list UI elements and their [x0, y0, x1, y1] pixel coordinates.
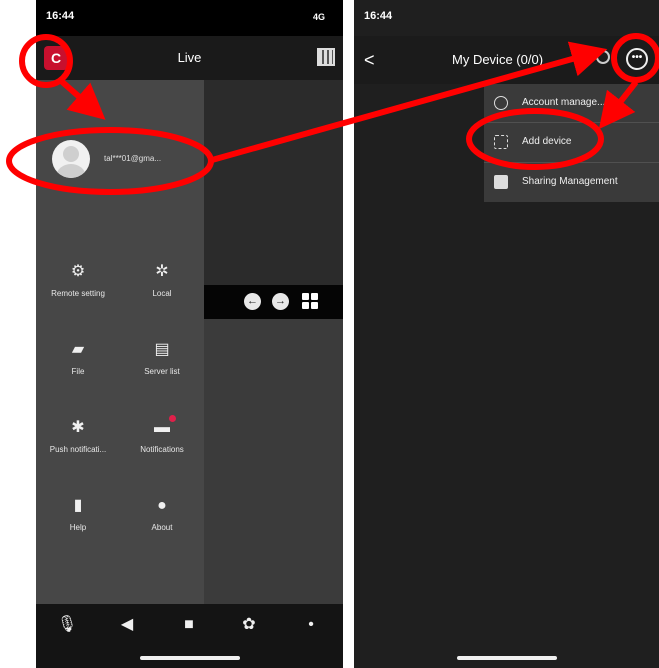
menu-item-label: About: [151, 523, 173, 532]
help-book-icon: ▮: [73, 497, 83, 514]
page-title: Live: [177, 50, 202, 65]
bottom-toolbar: 🎙 ◀ ■ ✿ •: [36, 604, 343, 668]
menu-item-file[interactable]: ▰ File: [36, 341, 120, 411]
microphone-icon[interactable]: 🎙: [56, 614, 78, 636]
account-icon: [494, 96, 508, 110]
page-title: My Device (0/0): [452, 52, 544, 67]
notifications-icon: ▬: [153, 415, 176, 437]
status-bar: 16:44: [354, 0, 659, 36]
film-reel-icon[interactable]: ✿: [238, 614, 260, 636]
video-preview-area[interactable]: [204, 80, 343, 285]
menu-item-push-notification[interactable]: ✱ Push notificati...: [36, 419, 120, 489]
menu-item-label: Sharing Management: [522, 176, 618, 187]
side-drawer: tal***01@gma... ⚙ Remote setting ✲ Local…: [36, 80, 204, 604]
menu-item-label: Account manage...: [522, 97, 606, 108]
layout-grid-icon[interactable]: [302, 293, 318, 309]
menu-item-label: File: [71, 367, 85, 376]
lower-content-area: [204, 319, 343, 604]
menu-item-local[interactable]: ✲ Local: [120, 263, 204, 333]
menu-item-label: Add device: [522, 136, 572, 147]
avatar[interactable]: [52, 140, 90, 178]
menu-item-label: Push notificati...: [49, 445, 107, 454]
menu-item-label: Help: [69, 523, 87, 532]
left-phone-screen: 16:44 4G C Live ← → tal***01@gma... ⚙ Re…: [36, 0, 343, 668]
speaker-icon[interactable]: ◀: [116, 614, 138, 636]
notification-badge: [169, 415, 176, 422]
menu-item-sharing-management[interactable]: Sharing Management: [484, 163, 659, 201]
scan-icon: [494, 135, 508, 149]
server-icon: ▤: [154, 341, 170, 358]
home-indicator: [456, 656, 557, 660]
home-indicator: [139, 656, 240, 660]
cog-icon: ✲: [155, 263, 169, 280]
more-icon[interactable]: •: [300, 614, 322, 636]
top-bar: < My Device (0/0) •••: [354, 36, 659, 84]
menu-item-label: Server list: [144, 367, 180, 376]
info-icon: ●: [157, 497, 167, 514]
signal-indicator: 4G: [312, 12, 325, 22]
menu-item-notifications[interactable]: ▬ Notifications: [120, 415, 204, 489]
menu-item-about[interactable]: ● About: [120, 497, 204, 567]
video-control-bar: ← →: [204, 285, 343, 319]
share-icon: [494, 175, 508, 189]
right-phone-screen: 16:44 < My Device (0/0) ••• Account mana…: [354, 0, 659, 668]
menu-item-help[interactable]: ▮ Help: [36, 497, 120, 567]
previous-arrow-icon[interactable]: ←: [244, 293, 261, 310]
gear-icon: ⚙: [70, 263, 86, 280]
bottom-area: [354, 604, 659, 668]
qr-scan-icon[interactable]: [317, 48, 335, 66]
status-time: 16:44: [46, 10, 75, 22]
search-icon[interactable]: [596, 50, 610, 64]
options-dropdown: Account manage... Add device Sharing Man…: [484, 84, 659, 202]
user-profile[interactable]: tal***01@gma...: [52, 140, 202, 184]
menu-item-label: Local: [152, 289, 172, 298]
menu-item-add-device[interactable]: Add device: [484, 123, 659, 161]
menu-item-server-list[interactable]: ▤ Server list: [120, 341, 204, 411]
next-arrow-icon[interactable]: →: [272, 293, 289, 310]
status-bar: 16:44 4G: [36, 0, 343, 36]
back-button[interactable]: <: [364, 50, 375, 71]
status-time: 16:44: [364, 10, 393, 22]
menu-item-label: Notifications: [140, 445, 184, 454]
menu-item-remote-setting[interactable]: ⚙ Remote setting: [36, 263, 120, 333]
menu-item-account-management[interactable]: Account manage...: [484, 84, 659, 122]
grid-icon[interactable]: ■: [178, 614, 200, 636]
menu-item-label: Remote setting: [51, 289, 105, 298]
top-bar: C Live: [36, 36, 343, 80]
folder-icon: ▰: [71, 341, 85, 358]
user-email: tal***01@gma...: [104, 154, 162, 163]
more-options-button[interactable]: •••: [626, 48, 648, 70]
push-gear-icon: ✱: [71, 419, 85, 436]
